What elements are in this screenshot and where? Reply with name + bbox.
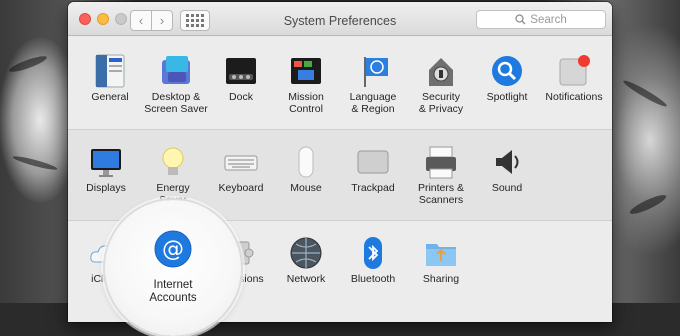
spotlight-icon [490,54,524,88]
pane-label: Displays [86,182,126,194]
network-icon [289,236,323,270]
pane-label: Notifications [545,91,603,103]
svg-text:@: @ [162,237,184,262]
dock-icon [224,54,258,88]
pane-energy-saver[interactable]: Energy Saver [138,145,208,206]
desktop-icon [159,54,193,88]
pane-label: General [91,91,129,103]
pane-displays[interactable]: Displays [71,145,141,195]
displays-icon [89,145,123,179]
pane-desktop[interactable]: Desktop & Screen Saver [141,54,211,115]
pane-label: Mission Control [288,91,324,115]
printers-icon [424,145,458,179]
pane-label: Bluetooth [350,273,396,285]
pane-trackpad[interactable]: Trackpad [338,145,408,195]
security-icon [424,54,458,88]
notifications-icon [557,54,591,88]
pane-spotlight[interactable]: Spotlight [472,54,542,104]
pane-language-region[interactable]: Language & Region [338,54,408,115]
pane-network[interactable]: Network [271,236,341,286]
pane-printers[interactable]: Printers & Scanners [406,145,476,206]
search-icon [515,14,526,25]
pane-label: Security & Privacy [418,91,464,115]
internet-accounts-icon: @ [154,230,192,268]
pane-label: Printers & Scanners [417,182,465,206]
general-icon [93,54,127,88]
pane-label: Language & Region [349,91,397,115]
pane-label: Sharing [422,273,460,285]
keyboard-icon [224,145,258,179]
sharing-icon [424,236,458,270]
pane-label: Internet Accounts [149,279,197,304]
pane-label: Trackpad [351,182,395,194]
pane-security[interactable]: Security & Privacy [406,54,476,115]
search-field[interactable]: Search [476,10,606,29]
pane-label: Keyboard [218,182,264,194]
bluetooth-icon [356,236,390,270]
pane-internet-accounts[interactable]: @ Internet Accounts [133,229,213,305]
title-bar: ‹ › System Preferences Search [68,2,612,36]
pane-bluetooth[interactable]: Bluetooth [338,236,408,286]
pane-mission-control[interactable]: Mission Control [271,54,341,115]
pane-notifications[interactable]: Notifications [539,54,609,104]
mission-control-icon [289,54,323,88]
pane-label: Network [286,273,326,285]
pane-label: Desktop & Screen Saver [144,91,208,115]
pane-label: Spotlight [486,91,528,103]
language-region-icon [356,54,390,88]
pane-keyboard[interactable]: Keyboard [206,145,276,195]
pane-sound[interactable]: Sound [472,145,542,195]
pane-mouse[interactable]: Mouse [271,145,341,195]
pane-general[interactable]: General [75,54,145,104]
sound-icon [490,145,524,179]
mouse-icon [289,145,323,179]
search-placeholder: Search [530,13,567,26]
pane-label: Mouse [290,182,322,194]
trackpad-icon [356,145,390,179]
pane-sharing[interactable]: Sharing [406,236,476,286]
pane-label: Sound [491,182,523,194]
pane-dock[interactable]: Dock [206,54,276,104]
energy-saver-icon [156,145,190,179]
pane-label: Dock [229,91,253,103]
